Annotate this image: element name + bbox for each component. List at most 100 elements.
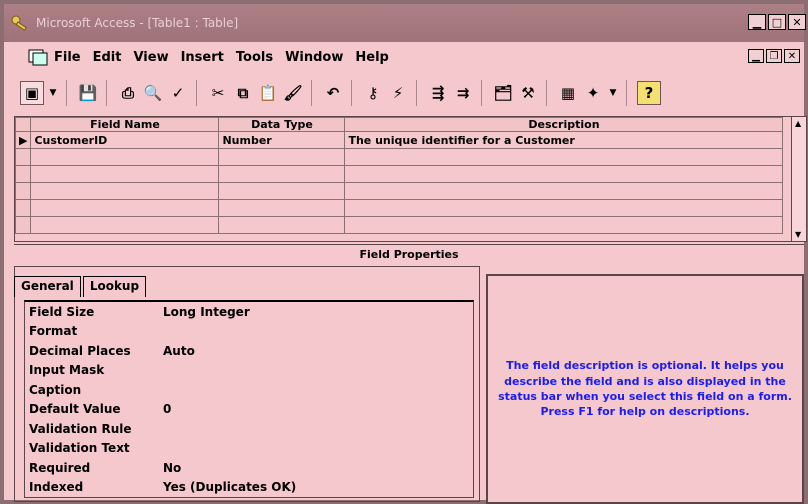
window-title: Microsoft Access - [Table1 : Table] bbox=[36, 16, 239, 30]
data-type-cell[interactable]: Number bbox=[218, 131, 346, 149]
property-row[interactable]: Indexed Yes (Duplicates OK) bbox=[25, 478, 473, 498]
description-cell[interactable] bbox=[344, 216, 784, 234]
doc-close-button[interactable]: ✕ bbox=[784, 49, 800, 63]
view-icon[interactable]: ▣ bbox=[20, 81, 44, 105]
print-icon[interactable]: ⎙ bbox=[117, 82, 139, 104]
column-header-field-name[interactable]: Field Name bbox=[30, 117, 220, 132]
doc-minimize-button[interactable]: ▁ bbox=[748, 49, 764, 63]
table-row[interactable] bbox=[14, 148, 784, 166]
table-row[interactable] bbox=[14, 216, 784, 234]
data-type-cell[interactable] bbox=[218, 165, 346, 183]
row-selector[interactable] bbox=[14, 216, 32, 234]
property-row[interactable]: Validation Text bbox=[25, 439, 473, 459]
row-selector[interactable] bbox=[14, 148, 32, 166]
table-row[interactable] bbox=[14, 199, 784, 217]
row-selector[interactable] bbox=[14, 182, 32, 200]
spelling-icon[interactable]: ✓ bbox=[167, 82, 189, 104]
description-cell[interactable] bbox=[344, 165, 784, 183]
data-type-cell[interactable] bbox=[218, 199, 346, 217]
table-row[interactable] bbox=[14, 165, 784, 183]
cut-icon[interactable]: ✂ bbox=[207, 82, 229, 104]
property-row[interactable]: Format bbox=[25, 322, 473, 342]
description-cell[interactable]: The unique identifier for a Customer bbox=[344, 131, 784, 149]
doc-restore-button[interactable]: ❐ bbox=[766, 49, 782, 63]
primary-key-icon[interactable]: ⚷ bbox=[362, 82, 384, 104]
field-name-cell[interactable] bbox=[30, 216, 220, 234]
toolbar-separator bbox=[351, 80, 358, 106]
field-name-cell[interactable] bbox=[30, 182, 220, 200]
data-type-cell[interactable] bbox=[218, 148, 346, 166]
menu-help[interactable]: Help bbox=[355, 50, 388, 65]
access-key-icon bbox=[11, 15, 27, 31]
scroll-up-icon[interactable]: ▲ bbox=[795, 119, 801, 128]
print-preview-icon[interactable]: 🔍 bbox=[142, 82, 164, 104]
property-value[interactable]: Auto bbox=[163, 344, 195, 358]
dropdown-icon[interactable]: ▼ bbox=[607, 82, 619, 104]
properties-icon[interactable]: 🗂 bbox=[492, 82, 514, 104]
description-cell[interactable] bbox=[344, 182, 784, 200]
property-row[interactable]: Required No bbox=[25, 458, 473, 478]
field-properties-label: Field Properties bbox=[14, 244, 804, 265]
undo-icon[interactable]: ↶ bbox=[322, 82, 344, 104]
column-header-description[interactable]: Description bbox=[344, 117, 784, 132]
row-selector[interactable] bbox=[14, 165, 32, 183]
paste-icon[interactable]: 📋 bbox=[257, 82, 279, 104]
tab-lookup[interactable]: Lookup bbox=[82, 276, 147, 297]
menu-window[interactable]: Window bbox=[285, 50, 343, 65]
property-row[interactable]: Caption bbox=[25, 380, 473, 400]
insert-rows-icon[interactable]: ⇶ bbox=[427, 82, 449, 104]
property-value[interactable]: Long Integer bbox=[163, 305, 250, 319]
current-row-indicator[interactable]: ▶ bbox=[14, 131, 32, 149]
tab-general[interactable]: General bbox=[14, 276, 81, 297]
menu-view[interactable]: View bbox=[133, 50, 168, 65]
menu-file[interactable]: File bbox=[54, 50, 81, 65]
table-row[interactable] bbox=[14, 182, 784, 200]
minimize-button[interactable]: ▁ bbox=[748, 14, 766, 30]
save-icon[interactable]: 💾 bbox=[77, 82, 99, 104]
field-name-cell[interactable] bbox=[30, 148, 220, 166]
table-design-icon[interactable] bbox=[28, 48, 48, 66]
database-window-icon[interactable]: ▦ bbox=[557, 82, 579, 104]
menu-insert[interactable]: Insert bbox=[181, 50, 224, 65]
table-design-grid: Field Name Data Type Description ▶ Custo… bbox=[14, 116, 807, 242]
table-row[interactable]: ▶ CustomerID Number The unique identifie… bbox=[14, 131, 784, 149]
property-value[interactable]: No bbox=[163, 461, 181, 475]
title-bar[interactable]: Microsoft Access - [Table1 : Table] ▁ □ … bbox=[4, 4, 806, 42]
dropdown-icon[interactable]: ▼ bbox=[47, 82, 59, 104]
scroll-down-icon[interactable]: ▼ bbox=[795, 230, 801, 239]
row-selector[interactable] bbox=[14, 199, 32, 217]
menu-tools[interactable]: Tools bbox=[236, 50, 273, 65]
data-type-cell[interactable] bbox=[218, 216, 346, 234]
build-icon[interactable]: ⚒ bbox=[517, 82, 539, 104]
indexes-icon[interactable]: ⚡ bbox=[387, 82, 409, 104]
help-icon[interactable]: ? bbox=[637, 81, 661, 105]
property-row[interactable]: Input Mask bbox=[25, 361, 473, 381]
new-object-icon[interactable]: ✦ bbox=[582, 82, 604, 104]
format-painter-icon[interactable]: 🖌 bbox=[282, 82, 304, 104]
vertical-scrollbar[interactable]: ▲ ▼ bbox=[791, 116, 807, 242]
toolbar-separator bbox=[311, 80, 318, 106]
property-row[interactable]: Field Size Long Integer bbox=[25, 302, 473, 322]
field-name-cell[interactable] bbox=[30, 165, 220, 183]
maximize-button[interactable]: □ bbox=[768, 14, 786, 30]
property-row[interactable]: Default Value 0 bbox=[25, 400, 473, 420]
property-row[interactable]: Validation Rule bbox=[25, 419, 473, 439]
field-name-cell[interactable]: CustomerID bbox=[30, 131, 220, 149]
toolbar-separator bbox=[546, 80, 553, 106]
delete-rows-icon[interactable]: ⇉ bbox=[452, 82, 474, 104]
property-label: Validation Rule bbox=[29, 421, 132, 436]
property-value[interactable]: 0 bbox=[163, 402, 171, 416]
column-header-data-type[interactable]: Data Type bbox=[218, 117, 346, 132]
row-selector-header bbox=[14, 117, 32, 132]
data-type-cell[interactable] bbox=[218, 182, 346, 200]
menu-edit[interactable]: Edit bbox=[93, 50, 122, 65]
description-cell[interactable] bbox=[344, 148, 784, 166]
copy-icon[interactable]: ⧉ bbox=[232, 82, 254, 104]
field-name-cell[interactable] bbox=[30, 199, 220, 217]
close-button[interactable]: ✕ bbox=[788, 14, 806, 30]
property-value[interactable]: Yes (Duplicates OK) bbox=[163, 480, 296, 494]
description-cell[interactable] bbox=[344, 199, 784, 217]
help-text: The field description is optional. It he… bbox=[498, 359, 792, 419]
property-row[interactable]: Decimal Places Auto bbox=[25, 341, 473, 361]
properties-tabs: General Lookup bbox=[14, 276, 148, 297]
